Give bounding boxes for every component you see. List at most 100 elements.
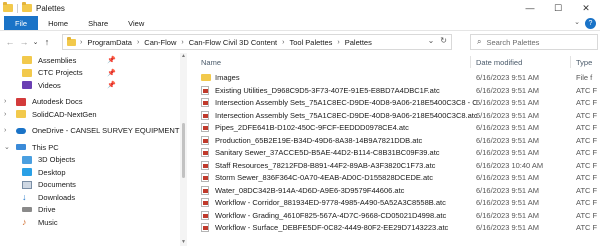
file-date: 6/16/2023 10:40 AM xyxy=(476,160,544,170)
file-list-pane: ^ Name Date modified Type Images 6/16/20… xyxy=(187,53,600,246)
expand-ribbon-icon[interactable]: ⌄ xyxy=(574,18,580,26)
tab-view[interactable]: View xyxy=(118,16,154,30)
back-arrow-icon[interactable]: ← xyxy=(3,37,17,47)
refresh-icon[interactable]: ↻ xyxy=(440,36,447,45)
column-header-type[interactable]: Type xyxy=(576,58,592,67)
qa-separator xyxy=(17,3,18,13)
forward-arrow-icon[interactable]: → xyxy=(17,37,31,47)
file-row[interactable]: Storm Sewer_836F364C-0A70-4EAB-AD0C-D155… xyxy=(187,171,600,184)
breadcrumb-programdata[interactable]: ProgramData xyxy=(87,38,132,47)
file-row[interactable]: Production_65B2E19E-B34D-49D6-8A38-14B9A… xyxy=(187,134,600,147)
file-row[interactable]: Intersection Assembly Sets_75A1C8EC-D9DE… xyxy=(187,109,600,122)
file-row[interactable]: Workflow - Corridor_881934ED-9778-4985-A… xyxy=(187,196,600,209)
atc-file-icon xyxy=(201,198,209,207)
file-date: 6/16/2023 9:51 AM xyxy=(476,148,539,157)
scroll-down-icon[interactable]: ▼ xyxy=(181,239,186,245)
file-name: Images xyxy=(215,73,240,82)
close-button[interactable]: ✕ xyxy=(572,0,600,16)
expand-icon[interactable]: › xyxy=(4,111,6,118)
nav-item-downloads[interactable]: ↓ Downloads xyxy=(0,191,180,204)
nav-item-assemblies[interactable]: Assemblies 📌 xyxy=(0,54,180,67)
pin-icon: 📌 xyxy=(107,69,116,77)
search-input[interactable]: ⌕ Search Palettes xyxy=(470,34,598,50)
column-divider[interactable] xyxy=(470,56,471,68)
tab-file[interactable]: File xyxy=(4,16,39,30)
column-header-name[interactable]: Name xyxy=(201,58,221,67)
maximize-button[interactable]: ☐ xyxy=(544,0,572,16)
atc-file-icon xyxy=(201,98,209,107)
tab-share[interactable]: Share xyxy=(78,16,118,30)
breadcrumb-civil-3d-content[interactable]: Can-Flow Civil 3D Content xyxy=(189,38,277,47)
expand-icon[interactable]: › xyxy=(4,127,6,134)
nav-item-documents[interactable]: Documents xyxy=(0,179,180,192)
folder-app-icon xyxy=(3,2,13,12)
file-name: Water_08DC342B-914A-4D6D-A9E6-3D9579F446… xyxy=(215,185,405,195)
file-row[interactable]: Intersection Assembly Sets_75A1C8EC-D9DE… xyxy=(187,96,600,109)
minimize-button[interactable]: — xyxy=(516,0,544,16)
file-date: 6/16/2023 9:51 AM xyxy=(476,173,539,182)
quick-access-toolbar xyxy=(3,2,32,13)
nav-item-music[interactable]: ♪ Music xyxy=(0,216,180,229)
nav-item-ctc-projects[interactable]: CTC Projects 📌 xyxy=(0,67,180,80)
tab-home[interactable]: Home xyxy=(38,16,78,30)
address-dropdown-icon[interactable]: ⌄ xyxy=(428,36,435,45)
file-name: Workflow - Corridor_881934ED-9778-4985-A… xyxy=(215,198,446,207)
column-header-date-modified[interactable]: Date modified xyxy=(476,58,522,67)
file-name: Production_65B2E19E-B34D-49D6-8A38-14B9A… xyxy=(215,135,423,145)
breadcrumb-tool-palettes[interactable]: Tool Palettes xyxy=(289,38,332,47)
nav-item-label: This PC xyxy=(32,142,59,152)
autodesk-docs-icon xyxy=(16,97,26,106)
help-icon[interactable]: ? xyxy=(585,18,596,29)
nav-item-desktop[interactable]: Desktop xyxy=(0,166,180,179)
nav-item-label: Assemblies xyxy=(38,55,77,65)
file-date: 6/16/2023 9:51 AM xyxy=(476,73,539,82)
expand-icon[interactable]: › xyxy=(4,98,6,105)
file-date: 6/16/2023 9:51 AM xyxy=(476,135,539,145)
nav-item-drive[interactable]: Drive xyxy=(0,204,180,217)
file-row[interactable]: Existing Utilities_D968C9D5-3F73-407E-91… xyxy=(187,84,600,97)
up-arrow-icon[interactable]: ↑ xyxy=(40,37,54,47)
nav-item-videos[interactable]: Videos 📌 xyxy=(0,79,180,92)
folder-icon xyxy=(16,110,26,119)
file-type: ATC F xyxy=(576,98,598,107)
file-name: Storm Sewer_836F364C-0A70-4EAB-AD0C-D155… xyxy=(215,173,434,182)
navigation-scrollbar[interactable]: ▲ ▼ xyxy=(180,53,187,246)
atc-file-icon xyxy=(201,135,209,145)
nav-item-onedrive[interactable]: › OneDrive - CANSEL SURVEY EQUIPMENT xyxy=(0,125,180,138)
file-row[interactable]: Water_08DC342B-914A-4D6D-A9E6-3D9579F446… xyxy=(187,184,600,197)
file-row[interactable]: Workflow - Surface_DEBFE5DF-0C82-4449-80… xyxy=(187,221,600,234)
file-name: Sanitary Sewer_37ACCE5D-B5AE-44D2-B114-C… xyxy=(215,148,440,157)
column-divider[interactable] xyxy=(570,56,571,68)
file-row[interactable]: Staff Resources_78212FD8-B891-44F2-89AB-… xyxy=(187,159,600,172)
file-date: 6/16/2023 9:51 AM xyxy=(476,185,539,195)
breadcrumb-palettes[interactable]: Palettes xyxy=(345,38,372,47)
search-placeholder: Search Palettes xyxy=(486,37,540,47)
scrollbar-thumb[interactable] xyxy=(182,123,185,178)
nav-item-label: 3D Objects xyxy=(38,155,76,165)
collapse-icon[interactable]: ⌄ xyxy=(4,143,10,151)
atc-file-icon xyxy=(201,110,209,120)
file-type: ATC F xyxy=(576,173,598,182)
nav-item-this-pc[interactable]: ⌄ This PC xyxy=(0,141,180,154)
address-bar[interactable]: › ProgramData › Can-Flow › Can-Flow Civi… xyxy=(62,34,452,50)
nav-item-label: CTC Projects xyxy=(38,68,83,78)
documents-icon xyxy=(22,180,32,189)
file-row[interactable]: Sanitary Sewer_37ACCE5D-B5AE-44D2-B114-C… xyxy=(187,146,600,159)
file-row[interactable]: Workflow - Grading_4610F825-567A-4D7C-96… xyxy=(187,209,600,222)
nav-item-autodesk-docs[interactable]: › Autodesk Docs xyxy=(0,96,180,109)
recent-locations-icon[interactable]: ⌄ xyxy=(31,38,40,46)
drive-icon xyxy=(22,207,32,213)
nav-item-3d-objects[interactable]: 3D Objects xyxy=(0,154,180,167)
file-type: ATC F xyxy=(576,198,598,207)
file-row-images[interactable]: Images 6/16/2023 9:51 AM File f xyxy=(187,71,600,84)
breadcrumb-can-flow[interactable]: Can-Flow xyxy=(144,38,176,47)
nav-item-solidcad-nextgen[interactable]: › SolidCAD-NextGen xyxy=(0,108,180,121)
atc-file-icon xyxy=(201,123,209,132)
breadcrumb-separator: › xyxy=(136,38,140,46)
new-folder-icon[interactable] xyxy=(22,2,32,12)
scroll-up-icon[interactable]: ▲ xyxy=(181,53,186,59)
file-row[interactable]: Pipes_2DFE641B-D102-450C-9FCF-EEDDD0978C… xyxy=(187,121,600,134)
file-name: Staff Resources_78212FD8-B891-44F2-89AB-… xyxy=(215,160,436,170)
file-type: ATC F xyxy=(576,210,598,220)
window-controls: — ☐ ✕ xyxy=(516,0,600,16)
